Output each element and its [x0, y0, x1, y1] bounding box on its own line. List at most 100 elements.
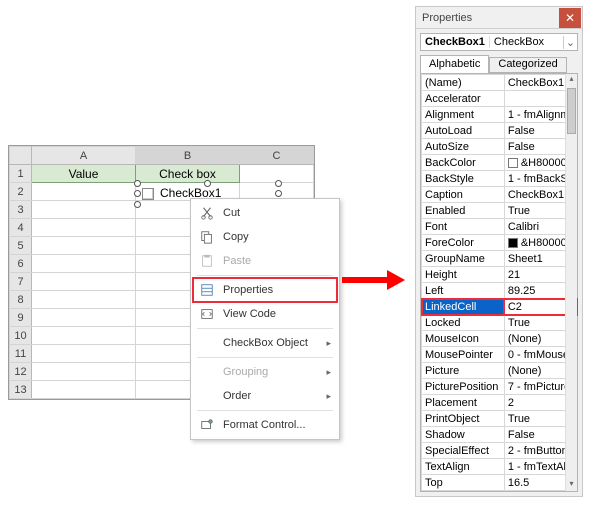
- menu-properties-label: Properties: [217, 284, 331, 296]
- row-header-3[interactable]: 3: [10, 201, 32, 219]
- property-row[interactable]: BackColor&H80000: [422, 155, 577, 171]
- property-name: Caption: [422, 187, 505, 203]
- property-name: AutoLoad: [422, 123, 505, 139]
- col-header-c[interactable]: C: [240, 147, 314, 165]
- property-row[interactable]: (Name)CheckBox1: [422, 75, 577, 91]
- row-header-12[interactable]: 12: [10, 363, 32, 381]
- property-row[interactable]: MousePointer0 - fmMouse: [422, 347, 577, 363]
- menu-paste[interactable]: Paste: [193, 249, 337, 273]
- property-name: Placement: [422, 395, 505, 411]
- property-name: SpecialEffect: [422, 443, 505, 459]
- property-row[interactable]: ShadowFalse: [422, 427, 577, 443]
- property-name: LinkedCell: [422, 299, 505, 315]
- property-row[interactable]: Left89.25: [422, 283, 577, 299]
- property-name: GroupName: [422, 251, 505, 267]
- menu-paste-label: Paste: [217, 255, 331, 267]
- properties-pane: Properties ✕ CheckBox1 CheckBox ⌄ Alphab…: [415, 6, 583, 497]
- property-name: PicturePosition: [422, 379, 505, 395]
- col-header-a[interactable]: A: [32, 147, 136, 165]
- property-name: AutoSize: [422, 139, 505, 155]
- row-header-11[interactable]: 11: [10, 345, 32, 363]
- row-header-6[interactable]: 6: [10, 255, 32, 273]
- property-row[interactable]: TextAlign1 - fmTextAl: [422, 459, 577, 475]
- property-row[interactable]: MouseIcon(None): [422, 331, 577, 347]
- row-header-9[interactable]: 9: [10, 309, 32, 327]
- property-row[interactable]: Accelerator: [422, 91, 577, 107]
- select-all-corner[interactable]: [10, 147, 32, 165]
- property-row[interactable]: GroupNameSheet1: [422, 251, 577, 267]
- property-name: Alignment: [422, 107, 505, 123]
- scrollbar[interactable]: ▴ ▾: [565, 74, 577, 491]
- object-selector[interactable]: CheckBox1 CheckBox ⌄: [420, 33, 578, 51]
- property-name: Height: [422, 267, 505, 283]
- paste-icon: [197, 254, 217, 268]
- property-row[interactable]: LockedTrue: [422, 315, 577, 331]
- property-row[interactable]: ForeColor&H80000: [422, 235, 577, 251]
- property-row[interactable]: LinkedCellC2: [422, 299, 577, 315]
- property-row[interactable]: PrintObjectTrue: [422, 411, 577, 427]
- property-name: TextAlign: [422, 459, 505, 475]
- row-header-2[interactable]: 2: [10, 183, 32, 201]
- scroll-up-icon[interactable]: ▴: [566, 74, 577, 86]
- property-row[interactable]: CaptionCheckBox1: [422, 187, 577, 203]
- row-header-8[interactable]: 8: [10, 291, 32, 309]
- property-name: ForeColor: [422, 235, 505, 251]
- menu-order[interactable]: Order: [193, 384, 337, 408]
- row-header-7[interactable]: 7: [10, 273, 32, 291]
- col-header-b[interactable]: B: [136, 147, 240, 165]
- menu-properties[interactable]: Properties: [193, 278, 337, 302]
- row-header-1[interactable]: 1: [10, 165, 32, 183]
- property-grid[interactable]: (Name)CheckBox1AcceleratorAlignment1 - f…: [421, 74, 577, 491]
- context-menu: Cut Copy Paste Properties View Code Chec…: [190, 198, 340, 440]
- cell-b1[interactable]: Check box: [136, 165, 240, 183]
- property-row[interactable]: EnabledTrue: [422, 203, 577, 219]
- object-name: CheckBox1: [421, 36, 490, 48]
- checkbox-icon: [142, 188, 154, 200]
- property-row[interactable]: AutoLoadFalse: [422, 123, 577, 139]
- property-name: Left: [422, 283, 505, 299]
- menu-cut-label: Cut: [217, 207, 331, 219]
- property-name: Font: [422, 219, 505, 235]
- menu-copy[interactable]: Copy: [193, 225, 337, 249]
- property-name: BackColor: [422, 155, 505, 171]
- property-row[interactable]: Picture(None): [422, 363, 577, 379]
- property-row[interactable]: Height21: [422, 267, 577, 283]
- property-row[interactable]: PicturePosition7 - fmPicture: [422, 379, 577, 395]
- property-row[interactable]: Placement2: [422, 395, 577, 411]
- menu-format-control[interactable]: Format Control...: [193, 413, 337, 437]
- tab-categorized[interactable]: Categorized: [489, 57, 566, 73]
- menu-viewcode-label: View Code: [217, 308, 331, 320]
- tab-alphabetic[interactable]: Alphabetic: [420, 55, 489, 73]
- property-row[interactable]: SpecialEffect2 - fmButton: [422, 443, 577, 459]
- menu-checkbox-object[interactable]: CheckBox Object: [193, 331, 337, 355]
- row-header-10[interactable]: 10: [10, 327, 32, 345]
- property-name: Picture: [422, 363, 505, 379]
- property-row[interactable]: BackStyle1 - fmBackSt: [422, 171, 577, 187]
- scroll-thumb[interactable]: [567, 88, 576, 134]
- menu-grouping[interactable]: Grouping: [193, 360, 337, 384]
- cell-a2[interactable]: [32, 183, 136, 201]
- cell-a1[interactable]: Value: [32, 165, 136, 183]
- scroll-down-icon[interactable]: ▾: [566, 479, 577, 491]
- menu-cut[interactable]: Cut: [193, 201, 337, 225]
- property-row[interactable]: FontCalibri: [422, 219, 577, 235]
- row-header-13[interactable]: 13: [10, 381, 32, 399]
- menu-format-label: Format Control...: [217, 419, 331, 431]
- menu-order-label: Order: [217, 390, 326, 402]
- chevron-down-icon[interactable]: ⌄: [563, 36, 577, 49]
- format-icon: [197, 418, 217, 432]
- property-row[interactable]: Alignment1 - fmAlignm: [422, 107, 577, 123]
- row-header-5[interactable]: 5: [10, 237, 32, 255]
- row-header-4[interactable]: 4: [10, 219, 32, 237]
- property-name: BackStyle: [422, 171, 505, 187]
- menu-view-code[interactable]: View Code: [193, 302, 337, 326]
- property-row[interactable]: Top16.5: [422, 475, 577, 491]
- arrow-annotation: [342, 270, 407, 290]
- properties-titlebar[interactable]: Properties ✕: [416, 7, 582, 29]
- code-icon: [197, 307, 217, 321]
- property-name: MouseIcon: [422, 331, 505, 347]
- property-name: Accelerator: [422, 91, 505, 107]
- property-row[interactable]: AutoSizeFalse: [422, 139, 577, 155]
- copy-icon: [197, 230, 217, 244]
- close-button[interactable]: ✕: [559, 8, 581, 28]
